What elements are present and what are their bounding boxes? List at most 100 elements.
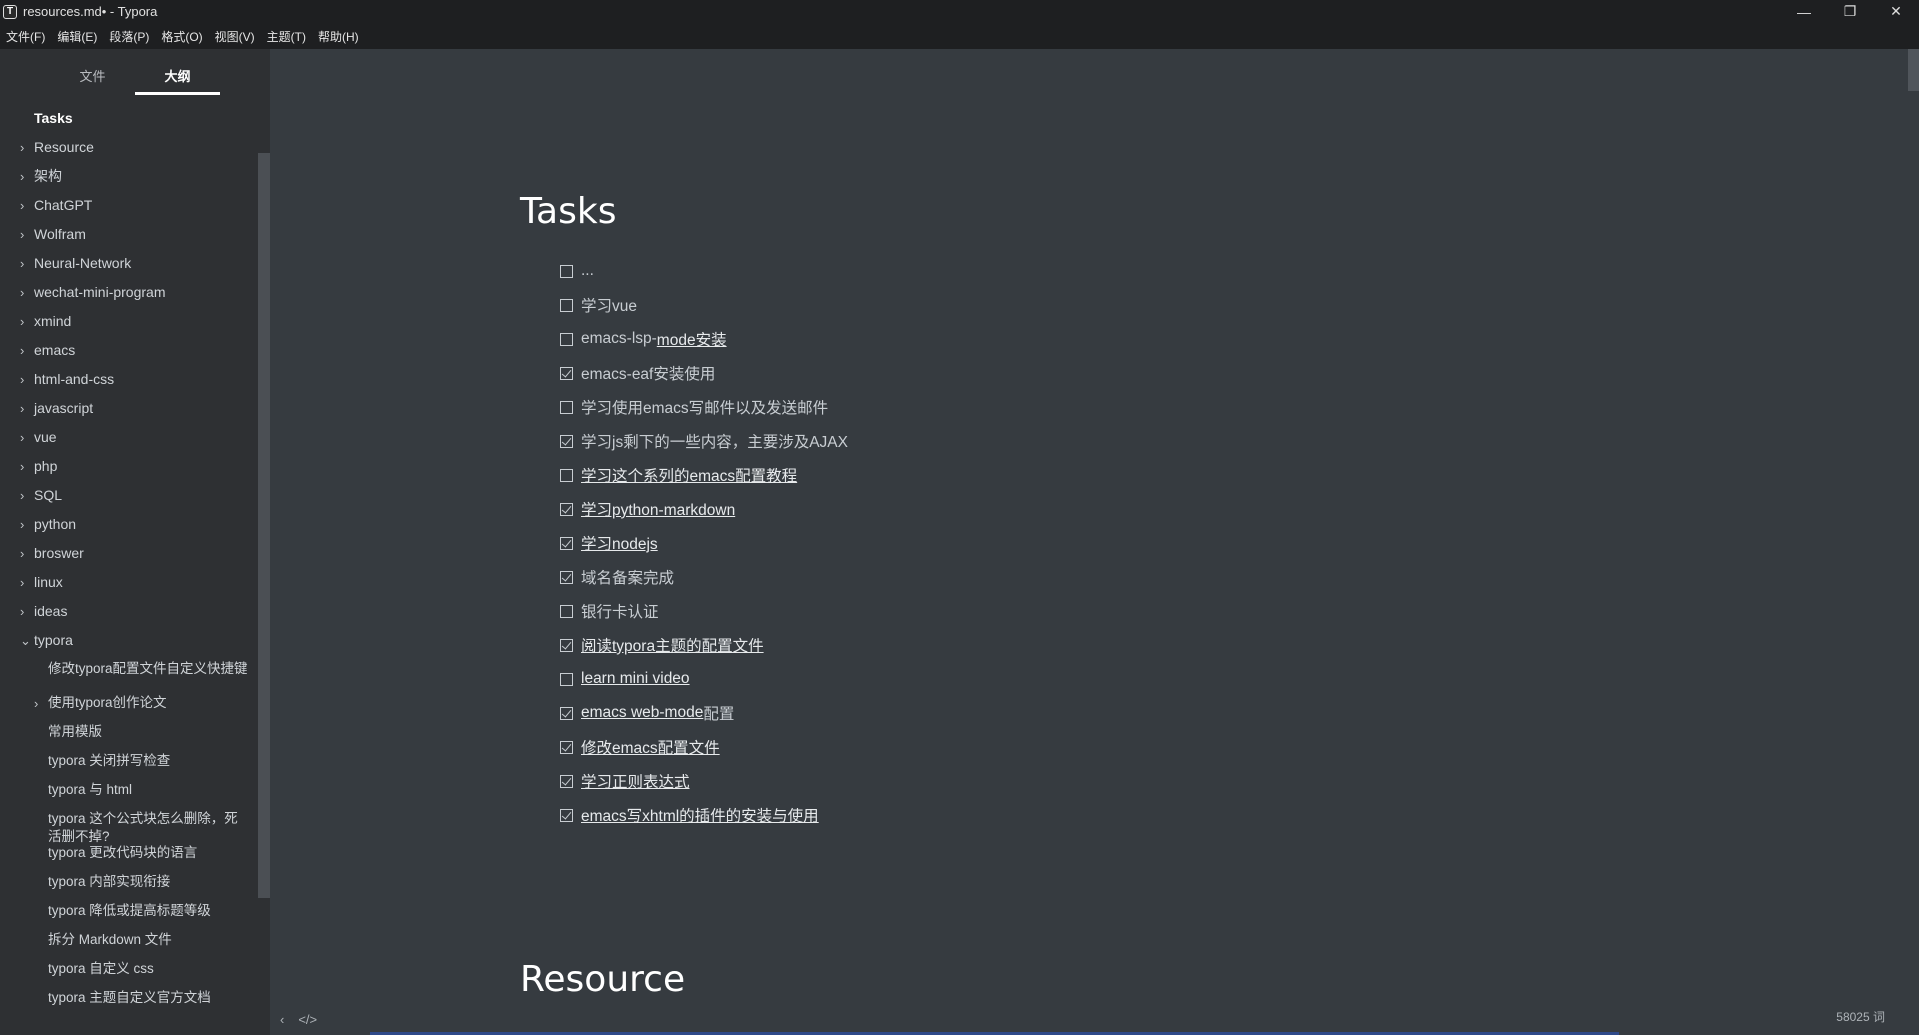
outline-item[interactable]: typora 自定义 css xyxy=(0,960,258,978)
outline-item[interactable]: › Wolfram xyxy=(0,225,258,243)
outline-item[interactable]: › SQL xyxy=(0,486,258,504)
tab-files[interactable]: 文件 xyxy=(50,49,135,95)
close-icon[interactable]: ✕ xyxy=(1873,0,1919,23)
unchecked-checkbox[interactable] xyxy=(560,672,573,686)
unchecked-checkbox[interactable] xyxy=(560,264,573,278)
checked-checkbox[interactable] xyxy=(560,808,573,822)
outline-item[interactable]: ⌄ typora xyxy=(0,631,258,649)
task-link[interactable]: 学习python-markdown xyxy=(581,498,735,520)
editor[interactable]: Tasks ... 学习vue emacs-lsp-mode安装 emacs-eaf安… xyxy=(270,49,1919,1035)
outline-item[interactable]: › ideas xyxy=(0,602,258,620)
outline-item[interactable]: › linux xyxy=(0,573,258,591)
chevron-right-icon[interactable]: › xyxy=(20,400,24,418)
task-link[interactable]: mode安装 xyxy=(657,328,727,350)
outline-item[interactable]: › ChatGPT xyxy=(0,196,258,214)
sidebar-scrollbar-thumb[interactable] xyxy=(258,153,270,898)
menu-view[interactable]: 视图(V) xyxy=(209,28,261,45)
word-count[interactable]: 58025 词 xyxy=(1836,1008,1885,1025)
menu-help[interactable]: 帮助(H) xyxy=(312,28,365,45)
task-link[interactable]: 学习这个系列的emacs配置教程 xyxy=(581,464,797,486)
menu-edit[interactable]: 编辑(E) xyxy=(51,28,103,45)
outline-item[interactable]: typora 关闭拼写检查 xyxy=(0,752,258,770)
task-link[interactable]: 修改emacs配置文件 xyxy=(581,736,720,758)
outline-item[interactable]: › broswer xyxy=(0,544,258,562)
menu-format[interactable]: 格式(O) xyxy=(155,28,208,45)
outline-item[interactable]: › html-and-css xyxy=(0,370,258,388)
chevron-right-icon[interactable]: › xyxy=(20,487,24,505)
checked-checkbox[interactable] xyxy=(560,502,573,516)
checked-checkbox[interactable] xyxy=(560,740,573,754)
outline-item[interactable]: › 使用typora创作论文 xyxy=(0,694,258,712)
chevron-right-icon[interactable]: › xyxy=(20,371,24,389)
sidebar-scrollbar[interactable] xyxy=(258,101,270,1035)
outline-item[interactable]: › Resource xyxy=(0,138,258,156)
unchecked-checkbox[interactable] xyxy=(560,400,573,414)
task-link[interactable]: 学习正则表达式 xyxy=(581,770,690,792)
outline-item[interactable]: 常用模版 xyxy=(0,723,258,741)
source-code-icon[interactable]: </> xyxy=(298,1012,317,1027)
checked-checkbox[interactable] xyxy=(560,536,573,550)
outline-item[interactable]: › xmind xyxy=(0,312,258,330)
menu-paragraph[interactable]: 段落(P) xyxy=(103,28,155,45)
chevron-right-icon[interactable]: › xyxy=(20,255,24,273)
checked-checkbox[interactable] xyxy=(560,570,573,584)
checked-checkbox[interactable] xyxy=(560,706,573,720)
chevron-right-icon[interactable]: › xyxy=(20,226,24,244)
unchecked-checkbox[interactable] xyxy=(560,332,573,346)
outline-item[interactable]: › php xyxy=(0,457,258,475)
chevron-right-icon[interactable]: › xyxy=(20,168,24,186)
checked-checkbox[interactable] xyxy=(560,434,573,448)
chevron-right-icon[interactable]: › xyxy=(20,342,24,360)
task-link[interactable]: emacs web-mode xyxy=(581,704,703,722)
outline-item[interactable]: › python xyxy=(0,515,258,533)
outline-item[interactable]: typora 这个公式块怎么删除，死活删不掉? xyxy=(0,810,258,846)
unchecked-checkbox[interactable] xyxy=(560,604,573,618)
outline-item[interactable]: typora 与 html xyxy=(0,781,258,799)
task-link[interactable]: learn mini video xyxy=(581,670,690,688)
outline-item[interactable]: typora 内部实现衔接 xyxy=(0,873,258,891)
unchecked-checkbox[interactable] xyxy=(560,298,573,312)
task-link[interactable]: 阅读typora主题的配置文件 xyxy=(581,634,764,656)
chevron-right-icon[interactable]: › xyxy=(20,545,24,563)
chevron-right-icon[interactable]: › xyxy=(34,695,38,713)
outline-item[interactable]: typora 降低或提高标题等级 xyxy=(0,902,258,920)
chevron-right-icon[interactable]: › xyxy=(20,313,24,331)
task-item: 学习vue xyxy=(560,288,848,322)
editor-scrollbar-thumb[interactable] xyxy=(1908,49,1919,91)
outline-item[interactable]: Tasks xyxy=(0,109,258,127)
chevron-down-icon[interactable]: ⌄ xyxy=(20,632,31,650)
menu-theme[interactable]: 主题(T) xyxy=(261,28,312,45)
outline-item[interactable]: typora 更改代码块的语言 xyxy=(0,844,258,862)
chevron-right-icon[interactable]: › xyxy=(20,139,24,157)
task-item: emacs-eaf安装使用 xyxy=(560,356,848,390)
outline-item[interactable]: › Neural-Network xyxy=(0,254,258,272)
outline-item[interactable]: 拆分 Markdown 文件 xyxy=(0,931,258,949)
menu-file[interactable]: 文件(F) xyxy=(0,28,51,45)
outline-item[interactable]: › vue xyxy=(0,428,258,446)
chevron-right-icon[interactable]: › xyxy=(20,458,24,476)
checked-checkbox[interactable] xyxy=(560,774,573,788)
outline-item[interactable]: typora 主题自定义官方文档 xyxy=(0,989,258,1007)
checked-checkbox[interactable] xyxy=(560,638,573,652)
minimize-icon[interactable]: — xyxy=(1781,0,1827,23)
unchecked-checkbox[interactable] xyxy=(560,468,573,482)
task-item: 银行卡认证 xyxy=(560,594,848,628)
task-link[interactable]: emacs写xhtml的插件的安装与使用 xyxy=(581,804,819,826)
outline-item[interactable]: › 架构 xyxy=(0,167,258,185)
chevron-right-icon[interactable]: › xyxy=(20,516,24,534)
chevron-left-icon[interactable]: ‹ xyxy=(280,1012,284,1027)
checked-checkbox[interactable] xyxy=(560,366,573,380)
chevron-right-icon[interactable]: › xyxy=(20,197,24,215)
restore-icon[interactable]: ❐ xyxy=(1827,0,1873,23)
tab-outline[interactable]: 大纲 xyxy=(135,49,220,95)
outline-item[interactable]: › wechat-mini-program xyxy=(0,283,258,301)
outline-item-label: emacs xyxy=(34,342,76,358)
outline-item[interactable]: › javascript xyxy=(0,399,258,417)
outline-item[interactable]: › emacs xyxy=(0,341,258,359)
chevron-right-icon[interactable]: › xyxy=(20,284,24,302)
chevron-right-icon[interactable]: › xyxy=(20,574,24,592)
task-link[interactable]: 学习nodejs xyxy=(581,532,658,554)
outline-item[interactable]: 修改typora配置文件自定义快捷键 xyxy=(0,660,258,678)
chevron-right-icon[interactable]: › xyxy=(20,603,24,621)
chevron-right-icon[interactable]: › xyxy=(20,429,24,447)
